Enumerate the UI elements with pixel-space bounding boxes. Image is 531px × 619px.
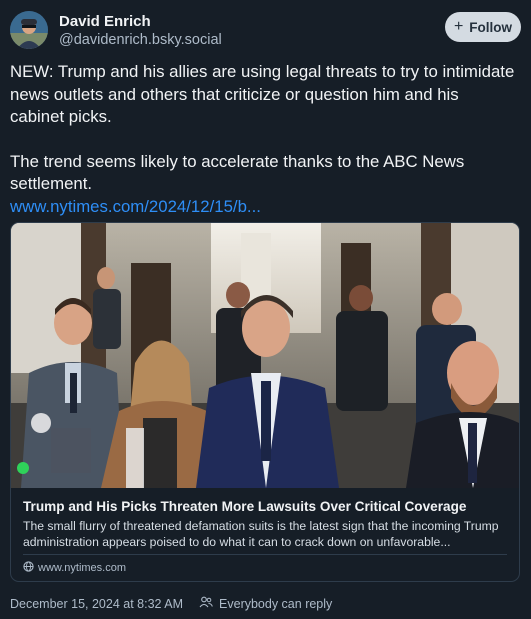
post-timestamp[interactable]: December 15, 2024 at 8:32 AM bbox=[10, 597, 183, 611]
link-card[interactable]: Trump and His Picks Threaten More Lawsui… bbox=[10, 222, 520, 582]
avatar[interactable] bbox=[10, 11, 48, 49]
post-header: David Enrich @davidenrich.bsky.social + … bbox=[10, 10, 521, 54]
link-card-image bbox=[11, 223, 519, 488]
link-card-divider bbox=[23, 554, 507, 555]
post-paragraph: The trend seems likely to accelerate tha… bbox=[10, 151, 515, 219]
follow-button[interactable]: + Follow bbox=[445, 12, 521, 42]
link-card-domain: www.nytimes.com bbox=[23, 561, 126, 575]
post-footer: December 15, 2024 at 8:32 AM Everybody c… bbox=[10, 596, 332, 611]
author-display-name[interactable]: David Enrich bbox=[59, 13, 151, 30]
reply-setting[interactable]: Everybody can reply bbox=[219, 597, 332, 611]
globe-icon bbox=[23, 561, 34, 575]
author-handle[interactable]: @davidenrich.bsky.social bbox=[59, 32, 222, 48]
post-paragraph: NEW: Trump and his allies are using lega… bbox=[10, 62, 515, 126]
follow-button-label: Follow bbox=[469, 19, 513, 35]
plus-icon: + bbox=[453, 18, 464, 35]
post: David Enrich @davidenrich.bsky.social + … bbox=[0, 0, 531, 619]
people-icon bbox=[199, 596, 213, 611]
post-text: NEW: Trump and his allies are using lega… bbox=[10, 61, 515, 218]
link-card-title[interactable]: Trump and His Picks Threaten More Lawsui… bbox=[23, 499, 511, 514]
link-card-description: The small flurry of threatened defamatio… bbox=[23, 519, 499, 549]
post-link[interactable]: www.nytimes.com/2024/12/15/b... bbox=[10, 196, 515, 219]
post-paragraph-text: The trend seems likely to accelerate tha… bbox=[10, 151, 465, 194]
link-card-domain-text: www.nytimes.com bbox=[38, 562, 127, 574]
